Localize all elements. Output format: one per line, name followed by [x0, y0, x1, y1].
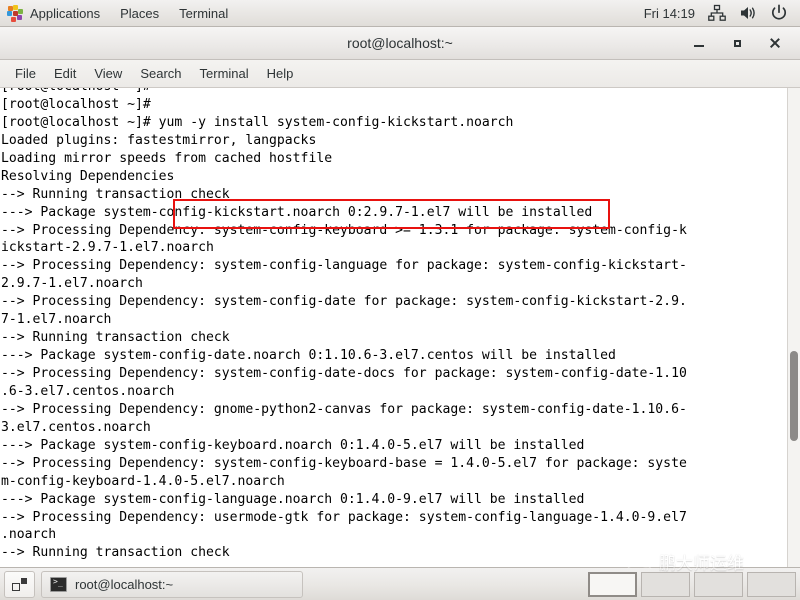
menu-terminal[interactable]: Terminal — [191, 64, 258, 83]
window-list: root@localhost:~ — [41, 570, 303, 598]
menu-edit[interactable]: Edit — [45, 64, 85, 83]
terminal-line: ickstart-2.9.7-1.el7.noarch — [1, 240, 214, 256]
terminal-line: ---> Package system-config-keyboard.noar… — [1, 437, 585, 453]
workspace-2[interactable] — [641, 571, 690, 597]
menu-help[interactable]: Help — [258, 64, 303, 83]
terminal-output-area[interactable]: [root@localhost ~]#[root@localhost ~]# [r… — [0, 88, 800, 567]
terminal-line: .6-3.el7.centos.noarch — [1, 383, 175, 399]
terminal-line: --> Processing Dependency: gnome-python2… — [1, 401, 687, 417]
menu-file[interactable]: File — [6, 64, 45, 83]
volume-icon[interactable] — [739, 4, 757, 22]
terminal-line: ---> Package system-config-kickstart.noa… — [1, 204, 593, 220]
terminal-line: --> Processing Dependency: system-config… — [1, 258, 687, 274]
menu-search[interactable]: Search — [131, 64, 190, 83]
network-icon[interactable] — [708, 4, 726, 22]
terminal-line: 2.9.7-1.el7.noarch — [1, 276, 143, 292]
terminal-line: Resolving Dependencies — [1, 168, 175, 184]
places-menu-label: Places — [120, 5, 160, 21]
power-icon[interactable] — [770, 4, 788, 22]
workspace-3[interactable] — [694, 571, 743, 597]
window-controls — [691, 35, 800, 51]
terminal-line: [root@localhost ~]# — [1, 96, 151, 112]
close-button[interactable] — [767, 35, 783, 51]
minimize-button[interactable] — [691, 35, 707, 51]
terminal-line: --> Processing Dependency: system-config… — [1, 294, 687, 310]
terminal-line: --> Running transaction check — [1, 186, 230, 202]
terminal-line: .noarch — [1, 527, 57, 543]
show-desktop-icon — [12, 577, 27, 591]
terminal-text[interactable]: [root@localhost ~]#[root@localhost ~]# [r… — [0, 88, 787, 567]
vertical-scrollbar[interactable] — [787, 88, 800, 567]
bottom-panel: root@localhost:~ — [0, 567, 800, 600]
terminal-line: m-config-keyboard-1.4.0-5.el7.noarch — [1, 473, 285, 489]
terminal-line: --> Running transaction check — [1, 330, 230, 346]
terminal-line: --> Processing Dependency: system-config… — [1, 222, 687, 238]
maximize-button[interactable] — [729, 35, 745, 51]
terminal-line: [root@localhost ~]# yum -y install syste… — [1, 114, 514, 130]
terminal-line: Loaded plugins: fastestmirror, langpacks — [1, 132, 317, 148]
taskbar-item-terminal[interactable]: root@localhost:~ — [41, 570, 303, 598]
terminal-line: 7-1.el7.noarch — [1, 312, 112, 328]
terminal-line: ---> Package system-config-date.noarch 0… — [1, 348, 616, 364]
window-titlebar[interactable]: root@localhost:~ — [0, 27, 800, 60]
places-menu[interactable]: Places — [110, 0, 169, 26]
terminal-line: [root@localhost ~]# — [1, 88, 787, 96]
applications-menu-label: Applications — [30, 5, 101, 21]
scrollbar-trough[interactable] — [788, 88, 800, 567]
taskbar-item-label: root@localhost:~ — [75, 576, 174, 592]
applications-starburst-icon — [7, 4, 24, 22]
terminal-menu[interactable]: Terminal — [169, 0, 238, 26]
top-panel: Applications Places Terminal Fri 14:19 — [0, 0, 800, 27]
applications-menu[interactable]: Applications — [0, 0, 110, 26]
terminal-line: --> Processing Dependency: system-config… — [1, 366, 687, 381]
terminal-line: --> Running transaction check — [1, 545, 230, 561]
workspace-1[interactable] — [588, 571, 637, 597]
window-title: root@localhost:~ — [347, 35, 453, 51]
terminal-line: Loading mirror speeds from cached hostfi… — [1, 150, 333, 166]
terminal-menu-label: Terminal — [179, 5, 229, 21]
workspace-switcher — [588, 571, 800, 598]
terminal-icon — [50, 576, 67, 592]
show-desktop-button[interactable] — [4, 570, 35, 598]
terminal-window: root@localhost:~ File Edit View Search T… — [0, 27, 800, 567]
scrollbar-thumb[interactable] — [790, 351, 798, 442]
menu-view[interactable]: View — [85, 64, 131, 83]
terminal-line: 3.el7.centos.noarch — [1, 419, 151, 435]
terminal-line: --> Processing Dependency: usermode-gtk … — [1, 509, 687, 525]
window-menubar: File Edit View Search Terminal Help — [0, 60, 800, 88]
panel-status-area: Fri 14:19 — [644, 0, 800, 26]
terminal-line: ---> Package system-config-language.noar… — [1, 491, 585, 507]
workspace-4[interactable] — [747, 571, 796, 597]
clock[interactable]: Fri 14:19 — [644, 6, 695, 21]
terminal-line: --> Processing Dependency: system-config… — [1, 455, 687, 471]
